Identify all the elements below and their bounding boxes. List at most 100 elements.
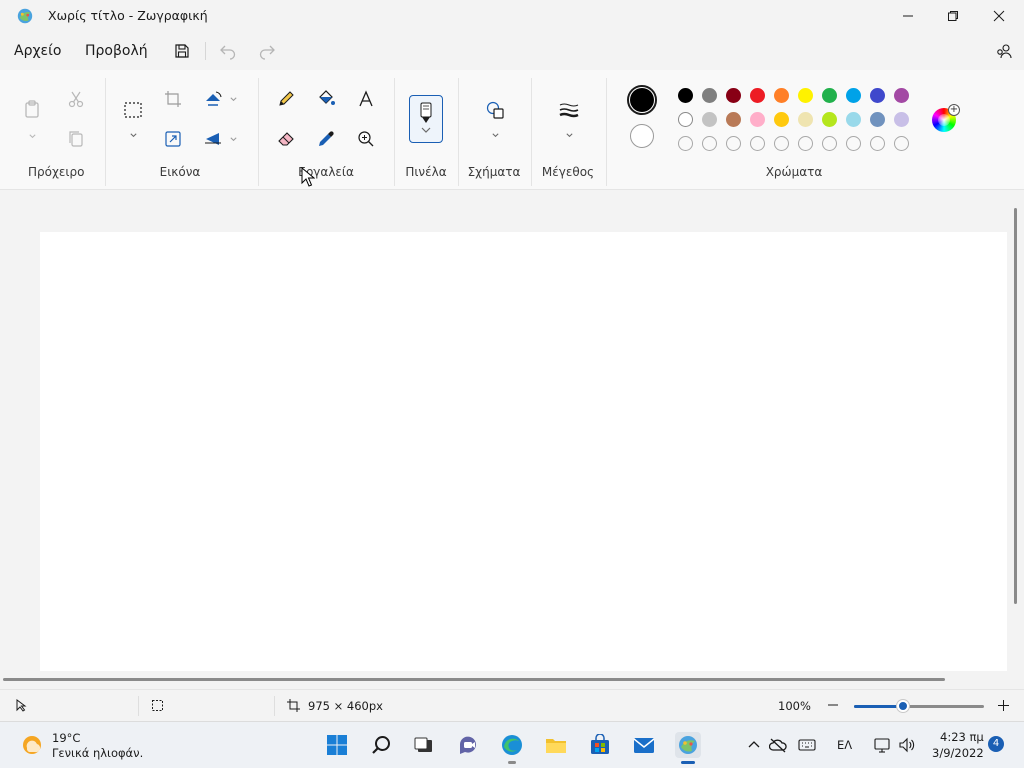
color-swatch[interactable] (798, 88, 813, 103)
custom-color-slot[interactable] (678, 136, 693, 151)
zoom-slider[interactable] (854, 705, 984, 708)
cut-button[interactable] (62, 85, 90, 113)
pointer-position-icon (16, 699, 27, 712)
paste-dropdown[interactable] (27, 131, 37, 141)
weather-temperature[interactable]: 19°C (52, 731, 80, 745)
text-tool[interactable] (352, 85, 380, 113)
color-swatch[interactable] (702, 88, 717, 103)
brushes-button[interactable] (409, 95, 443, 143)
search-button[interactable] (368, 732, 394, 758)
zoom-level-label[interactable]: 100% (778, 699, 811, 713)
rotate-button[interactable] (199, 85, 227, 113)
status-bar: 975 × 460px 100% (0, 689, 1024, 721)
color-swatch[interactable] (702, 112, 717, 127)
select-button[interactable] (119, 96, 147, 124)
custom-color-slot[interactable] (798, 136, 813, 151)
color-swatch[interactable] (678, 88, 693, 103)
color-swatch[interactable] (774, 88, 789, 103)
custom-color-slot[interactable] (846, 136, 861, 151)
paste-button[interactable] (18, 95, 46, 123)
store-button[interactable] (587, 732, 613, 758)
menu-view[interactable]: Προβολή (85, 43, 148, 59)
minimize-button[interactable] (885, 0, 931, 32)
account-button[interactable] (993, 40, 1015, 62)
color-swatch[interactable] (870, 88, 885, 103)
horizontal-scrollbar[interactable] (3, 678, 945, 681)
size-dropdown[interactable] (564, 130, 574, 140)
select-dropdown[interactable] (128, 130, 138, 140)
clock-date[interactable]: 3/9/2022 (932, 746, 984, 760)
color-swatch[interactable] (822, 112, 837, 127)
show-hidden-icons-button[interactable] (745, 736, 763, 754)
color-swatch[interactable] (750, 112, 765, 127)
zoom-out-button[interactable] (826, 698, 840, 712)
drawing-canvas[interactable] (40, 232, 1007, 671)
custom-color-slot[interactable] (870, 136, 885, 151)
zoom-slider-thumb[interactable] (897, 700, 910, 712)
color-swatch[interactable] (894, 112, 909, 127)
color-swatch[interactable] (774, 112, 789, 127)
size-button[interactable] (555, 96, 583, 124)
secondary-color-button[interactable] (630, 124, 654, 148)
color-swatch[interactable] (798, 112, 813, 127)
zoom-in-button[interactable] (996, 698, 1010, 712)
color-swatch[interactable] (726, 112, 741, 127)
flip-button[interactable] (199, 125, 227, 153)
undo-button[interactable] (217, 40, 239, 62)
rotate-dropdown[interactable] (228, 94, 238, 104)
weather-sun-icon[interactable] (21, 734, 43, 756)
primary-color-button[interactable] (627, 85, 657, 115)
resize-button[interactable] (159, 125, 187, 153)
custom-color-slot[interactable] (822, 136, 837, 151)
flip-dropdown[interactable] (228, 134, 238, 144)
shapes-button[interactable] (481, 96, 509, 124)
custom-color-slot[interactable] (894, 136, 909, 151)
chat-button[interactable] (455, 732, 481, 758)
color-swatch[interactable] (822, 88, 837, 103)
volume-button[interactable] (898, 736, 916, 754)
task-view-button[interactable] (411, 732, 437, 758)
paint-app-button[interactable] (675, 732, 701, 758)
color-swatch[interactable] (726, 88, 741, 103)
notification-badge[interactable]: 4 (988, 736, 1004, 752)
color-picker-tool[interactable] (312, 125, 340, 153)
custom-color-slot[interactable] (702, 136, 717, 151)
color-swatch[interactable] (846, 112, 861, 127)
save-button[interactable] (171, 40, 193, 62)
color-swatch[interactable] (870, 112, 885, 127)
custom-color-slot[interactable] (750, 136, 765, 151)
menu-file[interactable]: Αρχείο (14, 43, 61, 59)
color-swatch[interactable] (678, 112, 693, 127)
mail-button[interactable] (631, 732, 657, 758)
network-button[interactable] (873, 736, 891, 754)
redo-button[interactable] (256, 40, 278, 62)
close-button[interactable] (976, 0, 1022, 32)
custom-color-slot[interactable] (774, 136, 789, 151)
weather-description[interactable]: Γενικά ηλιοφάν. (52, 746, 143, 760)
fill-tool[interactable] (312, 85, 340, 113)
maximize-button[interactable] (930, 0, 976, 32)
zoom-in-icon (358, 131, 374, 147)
group-label-shapes: Σχήματα (467, 165, 521, 179)
clock-time[interactable]: 4:23 πμ (940, 730, 984, 744)
pencil-tool[interactable] (272, 85, 300, 113)
magnifier-tool[interactable] (352, 125, 380, 153)
onedrive-button[interactable] (769, 736, 787, 754)
file-explorer-button[interactable] (543, 732, 569, 758)
input-language-indicator[interactable]: ΕΛ (837, 738, 852, 752)
edge-browser-button[interactable] (499, 732, 525, 758)
selection-size-icon (152, 700, 163, 711)
copy-button[interactable] (62, 125, 90, 153)
color-swatch[interactable] (894, 88, 909, 103)
color-swatch[interactable] (750, 88, 765, 103)
crop-button[interactable] (159, 85, 187, 113)
chevron-down-icon (129, 132, 137, 137)
vertical-scrollbar[interactable] (1014, 208, 1017, 604)
start-button[interactable] (324, 732, 350, 758)
touch-keyboard-button[interactable] (798, 736, 816, 754)
eraser-tool[interactable] (272, 125, 300, 153)
shapes-dropdown[interactable] (490, 130, 500, 140)
custom-color-slot[interactable] (726, 136, 741, 151)
minus-icon (828, 704, 838, 706)
color-swatch[interactable] (846, 88, 861, 103)
